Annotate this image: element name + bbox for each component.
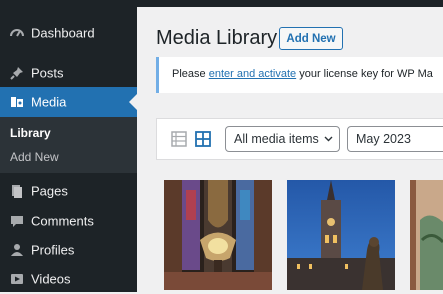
sidebar-item-label: Dashboard: [31, 25, 95, 41]
sidebar-item-profiles[interactable]: Profiles: [0, 235, 137, 265]
media-type-filter-value: All media items: [234, 132, 319, 146]
submenu-library[interactable]: Library: [10, 126, 51, 140]
media-thumbnail-3[interactable]: [410, 180, 443, 290]
page-title: Media Library: [156, 27, 278, 49]
license-notice: Please enter and activate your license k…: [156, 57, 443, 93]
list-view-icon[interactable]: [169, 129, 189, 149]
sidebar-item-label: Posts: [31, 65, 64, 81]
photo-thumbnail: [164, 180, 272, 290]
grid-view-icon[interactable]: [193, 129, 213, 149]
sidebar-item-label: Profiles: [31, 242, 75, 258]
media-submenu: Library Add New: [0, 117, 137, 173]
notice-suffix: your license key for WP Ma: [296, 68, 433, 80]
date-filter-value: May 2023: [356, 132, 411, 146]
sidebar-item-posts[interactable]: Posts: [0, 58, 137, 88]
sidebar-item-label: Pages: [31, 183, 68, 199]
sidebar-item-videos[interactable]: Videos: [0, 264, 137, 294]
add-new-button[interactable]: Add New: [279, 27, 343, 50]
media-thumbnail-1[interactable]: [164, 180, 272, 290]
sidebar-item-comments[interactable]: Comments: [0, 206, 137, 236]
photo-thumbnail: [287, 180, 395, 290]
media-thumbnail-2[interactable]: [287, 180, 395, 290]
sidebar-item-label: Comments: [31, 213, 94, 229]
media-icon: [11, 97, 23, 107]
comments-icon: [11, 216, 23, 227]
photo-thumbnail: [410, 180, 443, 290]
activate-license-link[interactable]: enter and activate: [209, 68, 296, 80]
sidebar-item-dashboard[interactable]: Dashboard: [0, 18, 137, 48]
sidebar-item-media[interactable]: Media: [0, 87, 137, 117]
admin-top-bar: [0, 0, 443, 7]
media-filter-bar: All media items May 2023: [156, 118, 443, 160]
notice-prefix: Please: [172, 68, 209, 80]
sidebar-item-label: Media: [31, 94, 67, 110]
sidebar-item-pages[interactable]: Pages: [0, 176, 137, 206]
chevron-down-icon: [324, 136, 333, 142]
pages-icon: [12, 185, 22, 198]
media-type-filter[interactable]: All media items: [225, 126, 340, 152]
admin-sidebar: Dashboard Posts Media Library Add New Pa…: [0, 7, 137, 292]
notice-text: Please enter and activate your license k…: [172, 68, 433, 80]
date-filter[interactable]: May 2023: [347, 126, 443, 152]
videos-icon: [11, 274, 23, 284]
submenu-add-new[interactable]: Add New: [10, 150, 59, 164]
sidebar-item-label: Videos: [31, 271, 71, 287]
pin-icon: [10, 67, 23, 80]
dashboard-icon: [10, 29, 24, 37]
profiles-icon: [11, 244, 23, 256]
